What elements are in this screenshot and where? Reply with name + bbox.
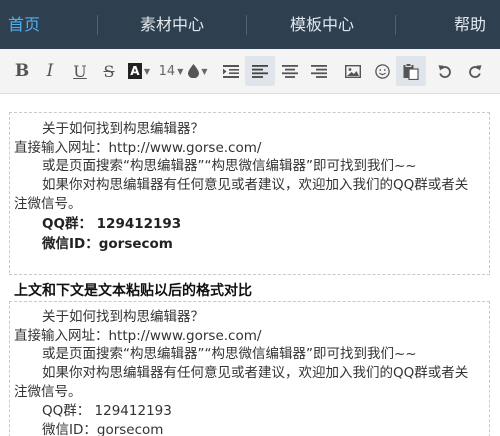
align-center-glyph bbox=[282, 64, 298, 78]
nav-item-templates[interactable]: 模板中心 bbox=[290, 0, 354, 49]
align-right-icon[interactable] bbox=[305, 56, 333, 86]
editor-content[interactable]: 关于如何找到构思编辑器？ 直接输入网址：http://www.gorse.com… bbox=[0, 94, 500, 436]
emoji-icon[interactable] bbox=[368, 56, 396, 86]
font-color-icon[interactable]: A ▼ bbox=[125, 56, 153, 86]
underline-label: U bbox=[73, 61, 87, 81]
wechat-id-line: 微信ID：gorsecom bbox=[42, 422, 164, 436]
editor-toolbar: B I U S A ▼ 14 ▼ ▼ bbox=[0, 49, 500, 94]
paragraph-line: 或是页面搜索“构思编辑器”“构思微信编辑器”即可找到我们~~ bbox=[42, 346, 417, 362]
paragraph-line: 注微信号。 bbox=[14, 196, 82, 212]
qq-group-line: QQ群： 129412193 bbox=[42, 216, 182, 232]
paragraph-line: 关于如何找到构思编辑器？ bbox=[42, 309, 204, 325]
redo-glyph bbox=[469, 65, 482, 78]
underline-icon[interactable]: U bbox=[68, 56, 92, 86]
pasted-block-original: 关于如何找到构思编辑器？ 直接输入网址：http://www.gorse.com… bbox=[9, 112, 490, 273]
paragraph-line: 如果你对构思编辑器有任何意见或者建议，欢迎加入我们的QQ群或者关 bbox=[42, 365, 469, 381]
wechat-id-line: 微信ID：gorsecom bbox=[42, 236, 173, 252]
bold-label: B bbox=[14, 61, 30, 81]
top-nav: 首页 素材中心 模板中心 帮助 bbox=[0, 0, 500, 49]
nav-divider bbox=[246, 15, 247, 35]
nav-item-materials[interactable]: 素材中心 bbox=[140, 0, 204, 49]
nav-divider bbox=[97, 15, 98, 35]
qq-group-line: QQ群： 129412193 bbox=[42, 403, 172, 419]
strikethrough-icon[interactable]: S bbox=[97, 56, 121, 86]
paragraph-line: 或是页面搜索“构思编辑器”“构思微信编辑器”即可找到我们~~ bbox=[42, 158, 417, 174]
indent-glyph bbox=[223, 64, 239, 78]
align-left-glyph bbox=[252, 64, 268, 78]
bold-icon[interactable]: B bbox=[10, 56, 34, 86]
italic-label: I bbox=[46, 61, 54, 81]
align-left-icon[interactable] bbox=[245, 56, 275, 86]
paragraph-line: 注微信号。 bbox=[14, 384, 82, 400]
strike-label: S bbox=[103, 61, 115, 81]
font-size-dropdown[interactable]: 14 ▼ bbox=[156, 56, 186, 86]
undo-glyph bbox=[438, 65, 451, 78]
clipboard-glyph bbox=[403, 62, 419, 80]
font-color-swatch: A bbox=[127, 63, 142, 79]
block-divider bbox=[9, 274, 490, 275]
font-size-value: 14 bbox=[158, 63, 176, 79]
nav-item-help[interactable]: 帮助 bbox=[454, 0, 486, 49]
align-center-icon[interactable] bbox=[276, 56, 304, 86]
nav-divider bbox=[395, 15, 396, 35]
chevron-down-icon: ▼ bbox=[143, 66, 151, 76]
indent-icon[interactable] bbox=[218, 56, 244, 86]
nav-item-home[interactable]: 首页 bbox=[8, 0, 40, 49]
chevron-down-icon: ▼ bbox=[177, 66, 184, 76]
paste-icon[interactable] bbox=[396, 56, 426, 86]
droplet-icon bbox=[188, 64, 200, 78]
paragraph-line: 直接输入网址：http://www.gorse.com/ bbox=[14, 328, 262, 344]
image-icon[interactable] bbox=[339, 56, 367, 86]
image-glyph bbox=[345, 64, 361, 78]
undo-icon[interactable] bbox=[432, 56, 458, 86]
redo-icon[interactable] bbox=[462, 56, 488, 86]
pasted-block-plain: 关于如何找到构思编辑器？ 直接输入网址：http://www.gorse.com… bbox=[9, 301, 490, 436]
background-color-icon[interactable]: ▼ bbox=[187, 56, 209, 86]
italic-icon[interactable]: I bbox=[38, 56, 62, 86]
smiley-glyph bbox=[374, 63, 390, 79]
paragraph-line: 关于如何找到构思编辑器？ bbox=[42, 121, 204, 137]
paragraph-line: 如果你对构思编辑器有任何意见或者建议，欢迎加入我们的QQ群或者关 bbox=[42, 177, 469, 193]
paragraph-line: 直接输入网址：http://www.gorse.com/ bbox=[14, 140, 262, 156]
comparison-heading: 上文和下文是文本粘贴以后的格式对比 bbox=[14, 283, 252, 299]
align-right-glyph bbox=[311, 64, 327, 78]
chevron-down-icon: ▼ bbox=[201, 66, 208, 76]
